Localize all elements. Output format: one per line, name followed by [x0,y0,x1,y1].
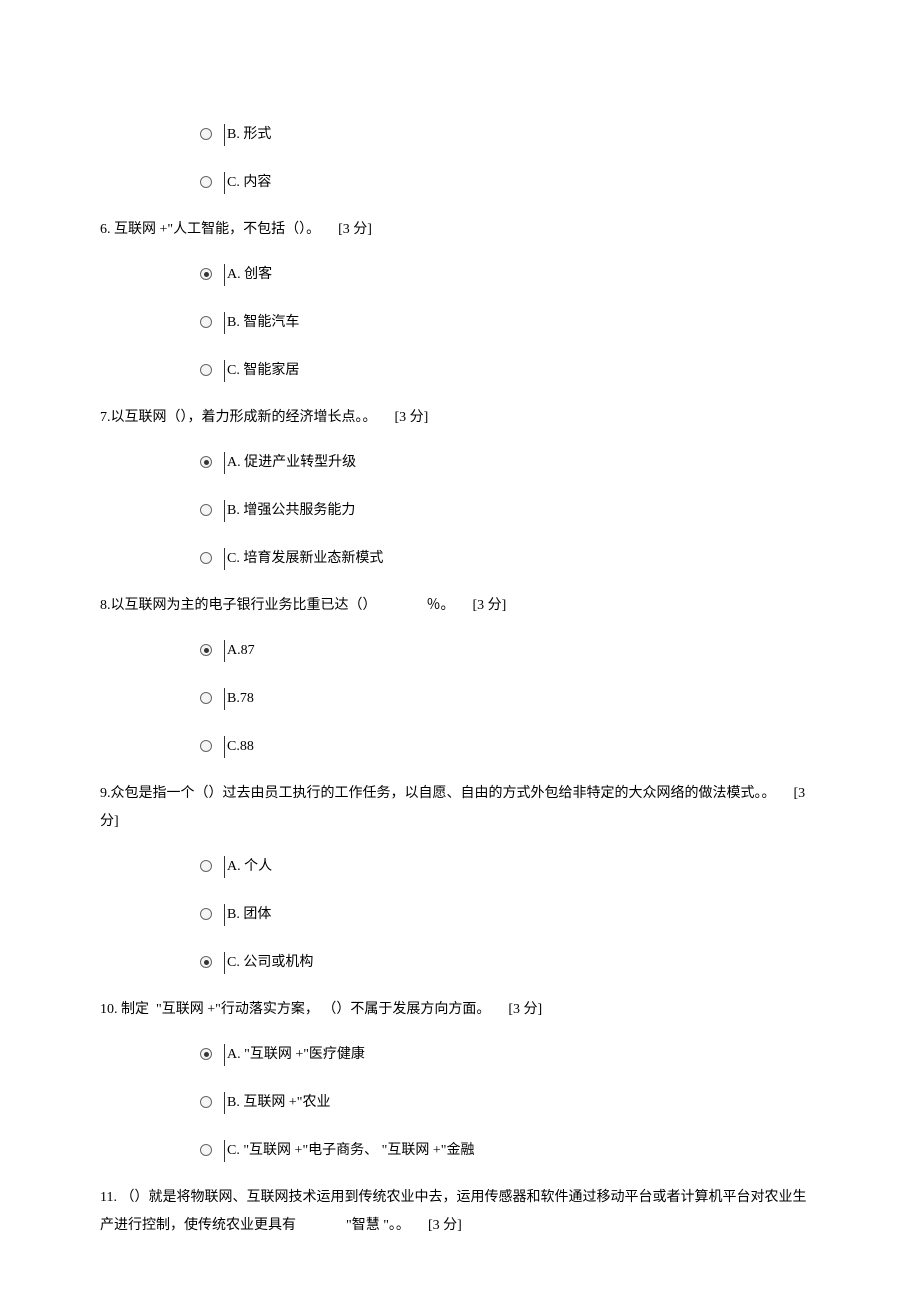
radio-selected-icon [200,456,212,468]
q6-option-a[interactable]: A. 创客 [200,260,820,286]
question-number: 11. [100,1190,120,1205]
question-6: 6. 互联网 +"人工智能，不包括（）。 [3 分] [100,216,820,244]
question-7: 7.以互联网（），着力形成新的经济增长点。。 [3 分] [100,404,820,432]
question-number: 10. [100,1002,121,1017]
question-score: [3 分] [395,410,429,425]
option-label: C. "互联网 +"电子商务、 "互联网 +"金融 [227,1140,475,1162]
option-label: B. 团体 [227,904,271,926]
q5-option-b[interactable]: B. 形式 [200,120,820,146]
separator [224,904,225,926]
separator [224,548,225,570]
radio-unselected-icon [200,1096,212,1108]
q8-option-b[interactable]: B.78 [200,684,820,710]
question-score: [3 分] [473,598,507,613]
separator [224,736,225,758]
q7-option-b[interactable]: B. 增强公共服务能力 [200,496,820,522]
q10-option-c[interactable]: C. "互联网 +"电子商务、 "互联网 +"金融 [200,1136,820,1162]
option-label: C. 内容 [227,172,271,194]
radio-unselected-icon [200,364,212,376]
option-label: C. 公司或机构 [227,952,313,974]
option-label: A. "互联网 +"医疗健康 [227,1044,365,1066]
question-text-b: "智慧 "。。 [346,1218,410,1233]
radio-unselected-icon [200,504,212,516]
question-number: 6. [100,222,114,237]
radio-selected-icon [200,644,212,656]
question-number: 8. [100,598,111,613]
option-label: B. 互联网 +"农业 [227,1092,330,1114]
question-score: [3 分] [338,222,372,237]
separator [224,264,225,286]
option-label: B. 增强公共服务能力 [227,500,355,522]
q9-option-a[interactable]: A. 个人 [200,852,820,878]
option-label: B. 智能汽车 [227,312,299,334]
q7-option-c[interactable]: C. 培育发展新业态新模式 [200,544,820,570]
q6-option-b[interactable]: B. 智能汽车 [200,308,820,334]
question-text-b: "互联网 +"行动落实方案， （）不属于发展方向方面。 [156,1002,490,1017]
question-text: 以互联网为主的电子银行业务比重已达（） [111,598,377,613]
radio-unselected-icon [200,128,212,140]
option-label: B. 形式 [227,124,271,146]
separator [224,952,225,974]
separator [224,856,225,878]
separator [224,1140,225,1162]
option-label: A. 促进产业转型升级 [227,452,356,474]
radio-unselected-icon [200,1144,212,1156]
radio-selected-icon [200,956,212,968]
radio-unselected-icon [200,552,212,564]
q8-option-c[interactable]: C.88 [200,732,820,758]
q5-option-c[interactable]: C. 内容 [200,168,820,194]
question-11: 11. （）就是将物联网、互联网技术运用到传统农业中去，运用传感器和软件通过移动… [100,1184,820,1240]
radio-unselected-icon [200,860,212,872]
question-text: 互联网 +"人工智能，不包括（）。 [114,222,320,237]
question-8: 8.以互联网为主的电子银行业务比重已达（） ％。 [3 分] [100,592,820,620]
q9-option-b[interactable]: B. 团体 [200,900,820,926]
radio-selected-icon [200,1048,212,1060]
option-label: A. 个人 [227,856,272,878]
separator [224,312,225,334]
option-label: C. 智能家居 [227,360,299,382]
radio-selected-icon [200,268,212,280]
radio-unselected-icon [200,692,212,704]
separator [224,124,225,146]
q10-option-b[interactable]: B. 互联网 +"农业 [200,1088,820,1114]
question-10: 10. 制定 "互联网 +"行动落实方案， （）不属于发展方向方面。 [3 分] [100,996,820,1024]
question-number: 7. [100,410,111,425]
radio-unselected-icon [200,176,212,188]
question-score: [3 分] [508,1002,542,1017]
separator [224,1044,225,1066]
option-label: A. 创客 [227,264,272,286]
separator [224,1092,225,1114]
separator [224,172,225,194]
q7-option-a[interactable]: A. 促进产业转型升级 [200,448,820,474]
q10-option-a[interactable]: A. "互联网 +"医疗健康 [200,1040,820,1066]
q6-option-c[interactable]: C. 智能家居 [200,356,820,382]
question-text: 以互联网（），着力形成新的经济增长点。。 [111,410,377,425]
q9-option-c[interactable]: C. 公司或机构 [200,948,820,974]
radio-unselected-icon [200,740,212,752]
question-score: [3 分] [428,1218,462,1233]
option-label: A.87 [227,640,255,662]
separator [224,688,225,710]
question-text-a: 制定 [121,1002,149,1017]
option-label: C. 培育发展新业态新模式 [227,548,383,570]
question-text: 众包是指一个（）过去由员工执行的工作任务，以自愿、自由的方式外包给非特定的大众网… [111,786,776,801]
radio-unselected-icon [200,316,212,328]
separator [224,640,225,662]
q8-option-a[interactable]: A.87 [200,636,820,662]
separator [224,500,225,522]
separator [224,452,225,474]
separator [224,360,225,382]
question-number: 9. [100,786,111,801]
option-label: C.88 [227,736,254,758]
radio-unselected-icon [200,908,212,920]
option-label: B.78 [227,688,254,710]
question-9: 9.众包是指一个（）过去由员工执行的工作任务，以自愿、自由的方式外包给非特定的大… [100,780,820,836]
question-text-suffix: ％。 [427,598,455,613]
